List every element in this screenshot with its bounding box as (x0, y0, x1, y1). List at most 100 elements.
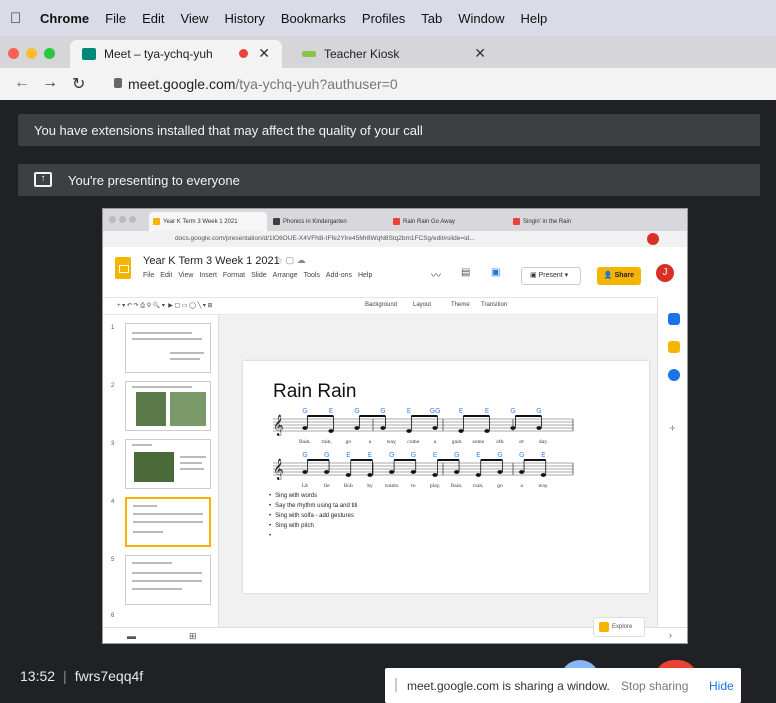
stop-sharing-button[interactable]: Stop sharing (621, 679, 688, 693)
slide-bullets: Sing with words Say the rhythm using ta … (269, 493, 358, 543)
youtube-icon (513, 218, 520, 225)
solfa-note-label: G (519, 451, 524, 459)
window-dot (129, 216, 136, 223)
lyric-syllable: gain (452, 439, 462, 445)
close-tab-icon[interactable]: ✕ (474, 45, 486, 62)
note-head (536, 426, 542, 430)
close-window-button[interactable] (8, 48, 19, 59)
shared-address-bar: docs.google.com/presentation/d/1lO6OUE-X… (103, 231, 687, 247)
lock-icon (114, 78, 122, 88)
note-head (354, 426, 360, 430)
menu-history[interactable]: History (224, 11, 264, 26)
tab-meet[interactable]: Meet – tya-ychq-yuh ✕ (70, 40, 282, 68)
menu-help[interactable]: Help (521, 11, 548, 26)
menu-tab[interactable]: Tab (421, 11, 442, 26)
shared-tab: Singin' in the Rain (509, 212, 627, 231)
note-head (410, 470, 416, 474)
lyric-syllable: go (346, 440, 352, 445)
filmstrip-view-icon: ⊞ (189, 631, 197, 641)
tab-title: Meet – tya-ychq-yuh (104, 47, 213, 61)
slide-thumbnail (125, 555, 211, 605)
window-dot (119, 216, 126, 223)
side-panel: + (657, 297, 687, 627)
lyric-syllable: rain, (321, 439, 332, 445)
menu-file[interactable]: File (105, 11, 126, 26)
chevron-right-icon: › (669, 630, 672, 640)
solfa-note-label: G (411, 451, 416, 459)
lyric-syllable: Lit (302, 483, 308, 489)
shared-browser-tabs: Year K Term 3 Week 1 2021 Phonics in Kin… (103, 209, 687, 231)
youtube-icon (393, 218, 400, 225)
lyric-syllable: er (519, 440, 525, 445)
solfa-note-label: E (368, 451, 372, 459)
slides-icon (153, 218, 160, 225)
shared-tab: Rain Rain Go Away (389, 212, 507, 231)
solfa-note-label: G (302, 451, 307, 459)
url-field[interactable]: meet.google.com/tya-ychq-yuh?authuser=0 (128, 76, 398, 92)
solfa-note-label: E (476, 451, 480, 459)
lyric-syllable: go (497, 484, 503, 489)
menu-window[interactable]: Window (458, 11, 504, 26)
tab-teacher-kiosk[interactable]: Teacher Kiosk ✕ (290, 40, 498, 68)
menu-edit[interactable]: Edit (142, 11, 164, 26)
bullet-item: Sing with words (269, 493, 358, 499)
note-head (380, 426, 386, 430)
lyric-syllable: wants (385, 483, 399, 489)
lyric-syllable: oth (496, 439, 504, 445)
bullet-item: Sing with solfa - add gestures (269, 513, 358, 519)
forward-icon[interactable]: → (42, 74, 58, 92)
note-head (432, 426, 438, 430)
menu-profiles[interactable]: Profiles (362, 11, 405, 26)
share-button: 👤 Share (597, 267, 641, 285)
page-icon (273, 218, 280, 225)
note-head (454, 470, 460, 474)
note-head (432, 473, 438, 477)
banner-text: You have extensions installed that may a… (34, 122, 423, 138)
note-head (328, 429, 334, 433)
note-head (484, 429, 490, 433)
comments-icon: ▤ (461, 267, 471, 278)
lyric-syllable: a (434, 440, 437, 445)
apple-icon[interactable]:  (10, 10, 26, 27)
solfa-note-label: G (536, 407, 541, 415)
keep-icon (668, 341, 680, 353)
browser-tab-strip: Meet – tya-ychq-yuh ✕ Teacher Kiosk ✕ + (0, 36, 776, 94)
sharing-message: meet.google.com is sharing a window. (407, 679, 610, 693)
menu-chrome[interactable]: Chrome (40, 11, 89, 26)
note-head (458, 429, 464, 433)
lyric-syllable: a (520, 484, 523, 489)
solfa-note-label: E (541, 451, 545, 459)
lyric-syllable: Bob (344, 483, 353, 489)
avatar: J (656, 264, 674, 282)
presenting-banner: ↑ You're presenting to everyone (18, 164, 760, 196)
note-head (540, 473, 546, 477)
meeting-code[interactable]: fwrs7eqq4f (75, 668, 143, 684)
recording-indicator-icon (239, 49, 248, 58)
maximize-window-button[interactable] (44, 48, 55, 59)
slide-thumbnail (125, 381, 211, 431)
lyric-syllable: Rain, (299, 439, 311, 445)
slide-thumbnail (125, 323, 211, 373)
shared-window-preview: Year K Term 3 Week 1 2021 Phonics in Kin… (102, 208, 688, 644)
solfa-note-label: G (454, 451, 459, 459)
shared-tab: Year K Term 3 Week 1 2021 (149, 212, 267, 231)
menu-view[interactable]: View (180, 11, 208, 26)
treble-clef-icon: 𝄞 (273, 415, 284, 436)
toolbar-icons: + ▾ ↶ ↷ ⎙ ⚲ 🔍 ▾ ▶ ▢ ▭ ◯ ╲ ▾ ⊞ (117, 303, 213, 309)
solfa-note-label: G (354, 407, 359, 415)
reload-icon[interactable]: ↻ (72, 74, 85, 94)
back-icon[interactable]: ← (14, 74, 30, 92)
current-slide: Rain Rain 𝄞 G E G G E GG E E G G Rain, rain, go a way, c… (243, 361, 649, 593)
solfa-note-label: GG (430, 407, 441, 415)
minimize-window-button[interactable] (26, 48, 37, 59)
window-dot (109, 216, 116, 223)
close-tab-icon[interactable]: ✕ (258, 45, 270, 62)
note-head (497, 470, 503, 474)
hide-button[interactable]: Hide (709, 679, 734, 693)
lyric-syllable: come (407, 440, 419, 445)
menu-bookmarks[interactable]: Bookmarks (281, 11, 346, 26)
drag-handle-icon[interactable] (395, 678, 397, 692)
lyric-syllable: by (367, 483, 373, 489)
solfa-note-label: E (433, 451, 437, 459)
note-head (406, 429, 412, 433)
